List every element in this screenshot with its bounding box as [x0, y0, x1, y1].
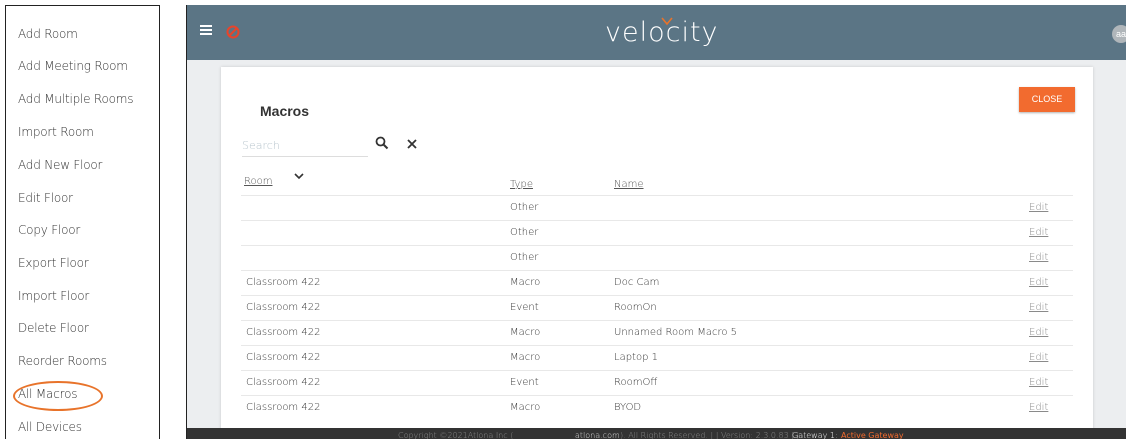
table-row: Other Edit: [241, 220, 1073, 245]
page-title: Macros: [260, 103, 310, 119]
table-row: Classroom 422 Event RoomOn Edit: [241, 295, 1073, 320]
gateway-status: Active Gateway: [841, 431, 904, 439]
side-menu: Add Room Add Meeting Room Add Multiple R…: [5, 5, 160, 439]
cell-room: Classroom 422: [246, 377, 321, 388]
cell-name: BYOD: [614, 402, 642, 413]
table-row: Classroom 422 Event RoomOff Edit: [241, 370, 1073, 395]
cell-type: Other: [510, 252, 539, 263]
edit-link[interactable]: Edit: [1029, 202, 1048, 213]
table-row: Classroom 422 Macro BYOD Edit: [241, 395, 1073, 420]
column-header-name[interactable]: Name: [614, 179, 644, 190]
cell-type: Macro: [510, 402, 541, 413]
table-row: Classroom 422 Macro Doc Cam Edit: [241, 270, 1073, 295]
selection-highlight-circle: [13, 381, 103, 411]
edit-link[interactable]: Edit: [1029, 227, 1048, 238]
cell-type: Other: [510, 227, 539, 238]
edit-link[interactable]: Edit: [1029, 252, 1048, 263]
menu-item-add-room[interactable]: Add Room: [18, 27, 78, 41]
menu-item-edit-floor[interactable]: Edit Floor: [18, 191, 73, 205]
menu-item-add-meeting-room[interactable]: Add Meeting Room: [18, 59, 128, 73]
column-header-type[interactable]: Type: [510, 179, 533, 190]
column-header-room[interactable]: Room: [244, 176, 272, 187]
cell-type: Macro: [510, 352, 541, 363]
search-input[interactable]: [242, 135, 368, 157]
hamburger-menu-icon[interactable]: [200, 25, 212, 35]
menu-item-add-new-floor[interactable]: Add New Floor: [18, 158, 102, 172]
cell-name: Doc Cam: [614, 277, 660, 288]
top-bar: velocity aa: [187, 5, 1126, 60]
cell-room: Classroom 422: [246, 327, 321, 338]
edit-link[interactable]: Edit: [1029, 402, 1048, 413]
cell-name: RoomOn: [614, 302, 657, 313]
footer-link[interactable]: atlona.com: [575, 428, 620, 439]
close-icon[interactable]: [406, 138, 418, 150]
cell-room: Classroom 422: [246, 402, 321, 413]
menu-item-delete-floor[interactable]: Delete Floor: [18, 321, 89, 335]
menu-item-import-floor[interactable]: Import Floor: [18, 289, 89, 303]
cell-type: Event: [510, 377, 539, 388]
menu-item-import-room[interactable]: Import Room: [18, 125, 94, 139]
macros-card: Macros CLOSE Room Type Name Other Edit O…: [221, 67, 1093, 439]
cell-type: Macro: [510, 277, 541, 288]
cell-room: Classroom 422: [246, 352, 321, 363]
avatar[interactable]: aa: [1112, 25, 1126, 43]
app-window: velocity aa Macros CLOSE Room Type Name …: [186, 5, 1126, 439]
cell-name: Unnamed Room Macro 5: [614, 327, 738, 338]
menu-item-reorder-rooms[interactable]: Reorder Rooms: [18, 354, 107, 368]
cell-room: Classroom 422: [246, 302, 321, 313]
cell-room: Classroom 422: [246, 277, 321, 288]
menu-item-export-floor[interactable]: Export Floor: [18, 256, 89, 270]
brand-accent-mark: [661, 17, 673, 26]
edit-link[interactable]: Edit: [1029, 277, 1048, 288]
chevron-down-icon[interactable]: [294, 172, 304, 180]
close-button[interactable]: CLOSE: [1019, 87, 1075, 112]
table-row: Other Edit: [241, 195, 1073, 220]
gateway-label: Gateway 1:: [792, 431, 838, 439]
search-icon[interactable]: [375, 136, 389, 150]
cell-name: Laptop 1: [614, 352, 658, 363]
menu-item-add-multiple-rooms[interactable]: Add Multiple Rooms: [18, 92, 134, 106]
cell-type: Other: [510, 202, 539, 213]
edit-link[interactable]: Edit: [1029, 327, 1048, 338]
menu-item-copy-floor[interactable]: Copy Floor: [18, 223, 80, 237]
footer: Copyright ©2021Atlona Inc ( atlona.com )…: [187, 428, 1126, 439]
edit-link[interactable]: Edit: [1029, 302, 1048, 313]
cell-type: Event: [510, 302, 539, 313]
table-row: Other Edit: [241, 245, 1073, 270]
footer-copyright: Copyright ©2021Atlona Inc (: [398, 431, 514, 439]
cell-type: Macro: [510, 327, 541, 338]
footer-version: ). All Rights Reserved. | | Version: 2.3…: [620, 431, 800, 439]
atlona-logo-icon[interactable]: [226, 25, 240, 39]
edit-link[interactable]: Edit: [1029, 377, 1048, 388]
menu-item-all-devices[interactable]: All Devices: [18, 420, 82, 434]
table-row: Classroom 422 Macro Laptop 1 Edit: [241, 345, 1073, 370]
edit-link[interactable]: Edit: [1029, 352, 1048, 363]
cell-name: RoomOff: [614, 377, 658, 388]
table-row: Classroom 422 Macro Unnamed Room Macro 5…: [241, 320, 1073, 345]
